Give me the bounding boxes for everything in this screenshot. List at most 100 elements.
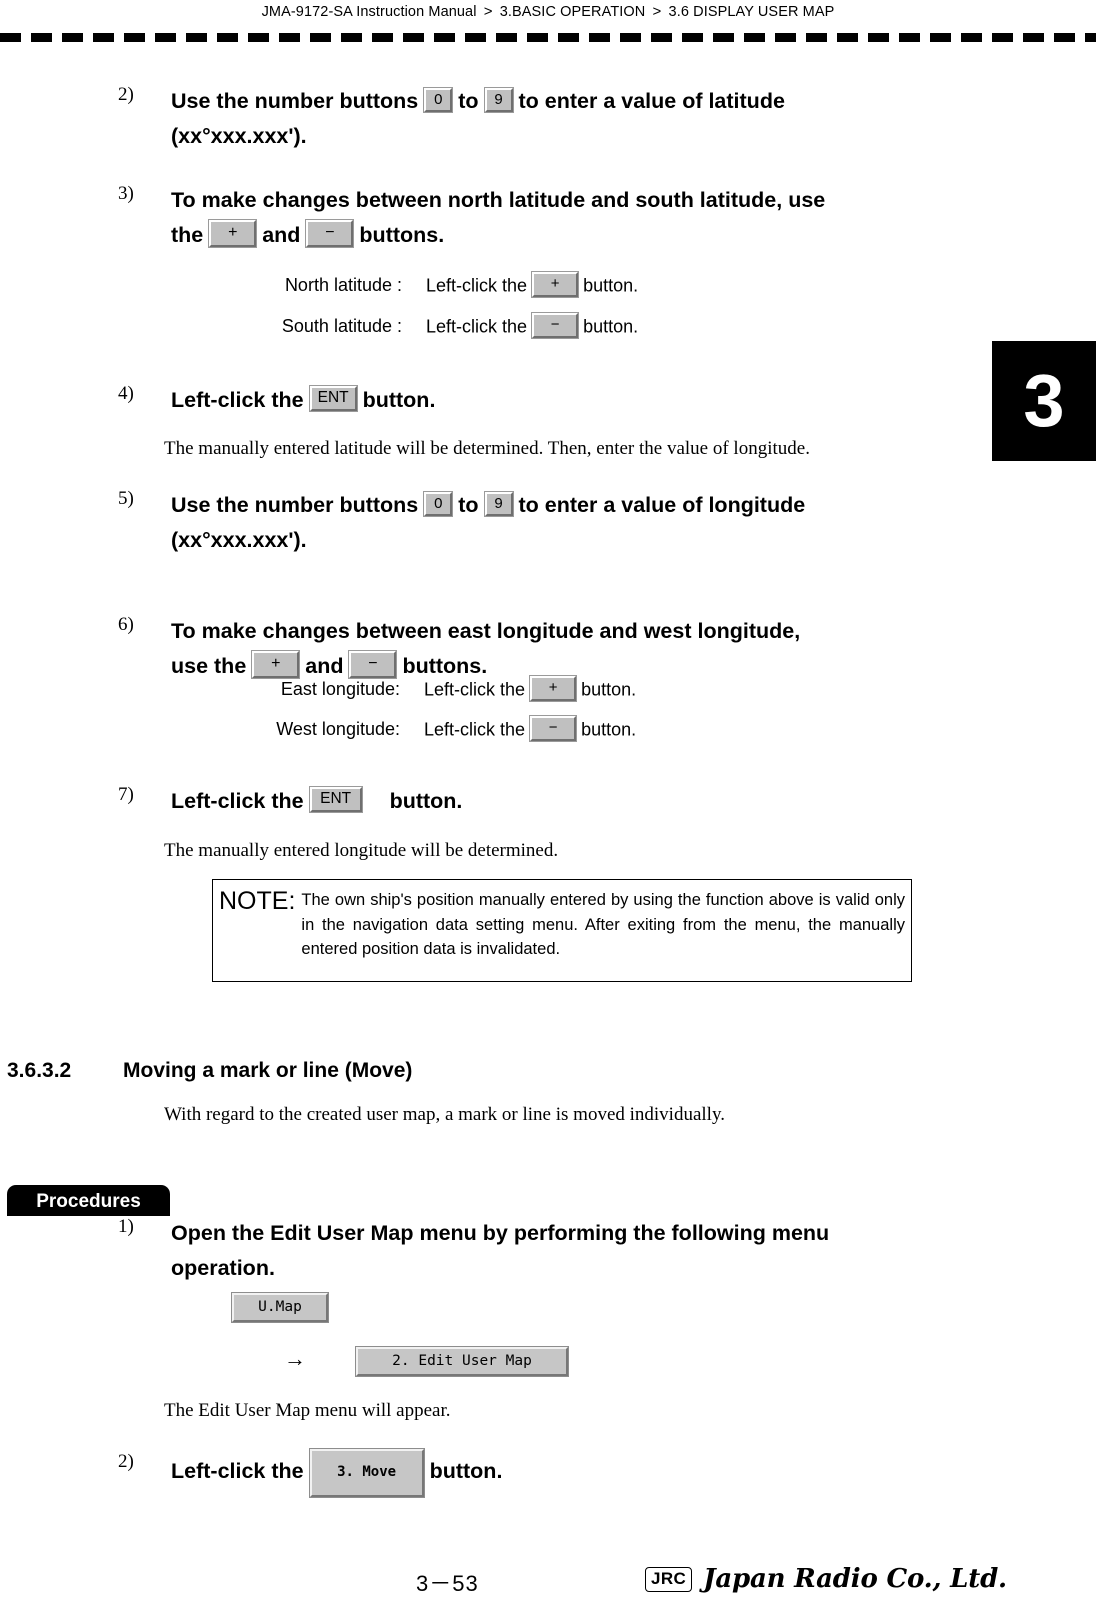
section-title: Moving a mark or line (Move) [123, 1059, 413, 1082]
west-longitude-tail: button. [581, 719, 637, 740]
key-minus-button[interactable]: − [305, 218, 355, 248]
key-0-button[interactable]: 0 [423, 87, 454, 114]
key-plus-button[interactable]: + [208, 218, 258, 248]
breadcrumb-separator-1: > [483, 3, 493, 20]
north-latitude-tail: button. [583, 275, 639, 296]
step-7-body: Left-click the ENT button. [171, 784, 818, 819]
key-plus-button-longitude[interactable]: + [251, 649, 301, 679]
step-5: 5) Use the number buttons 0 to 9 to ente… [118, 488, 948, 558]
procedure-step-2-body: Left-click the 3. Move button. [171, 1448, 818, 1499]
step-5-text-b: to [458, 493, 479, 517]
step-4-paragraph: The manually entered latitude will be de… [164, 438, 810, 459]
procedure-step-1-body: Open the Edit User Map menu by performin… [171, 1216, 948, 1286]
jrc-mark-icon: JRC [645, 1566, 693, 1592]
south-latitude-label: South latitude : [281, 316, 402, 337]
step-6-text-d: buttons. [402, 654, 488, 678]
procedure-step-2-number: 2) [118, 1451, 134, 1472]
procedure-step-1-paragraph: The Edit User Map menu will appear. [164, 1400, 451, 1421]
procedure-step-1-text-b: operation. [171, 1256, 275, 1280]
step-4: 4) Left-click the ENT button. [118, 383, 818, 418]
west-longitude-line: West longitude: Left-click the − button. [250, 715, 637, 743]
west-longitude-text: Left-click the [424, 719, 526, 740]
key-ent-button-longitude[interactable]: ENT [308, 785, 363, 813]
step-2-text-c: to enter a value of latitude [518, 89, 785, 113]
page-header: JMA-9172-SA Instruction Manual > 3.BASIC… [0, 0, 1096, 24]
chapter-tab: 3 [992, 341, 1096, 461]
section-heading: 3.6.3.2 Moving a mark or line (Move) [7, 1059, 412, 1083]
step-5-text-c: to enter a value of longitude [518, 493, 806, 517]
north-latitude-line: North latitude : Left-click the + button… [252, 271, 639, 299]
procedure-step-1-number: 1) [118, 1216, 134, 1237]
edit-user-map-button[interactable]: 2. Edit User Map [355, 1346, 569, 1377]
jrc-logo: JRC Japan Radio Co., Ltd. [645, 1564, 1007, 1594]
procedure-step-1-text-a: Open the Edit User Map menu by performin… [171, 1221, 830, 1245]
step-5-text-a: Use the number buttons [171, 493, 419, 517]
step-3: 3) To make changes between north latitud… [118, 183, 948, 253]
breadcrumb-separator-2: > [652, 3, 662, 20]
key-minus-button-west[interactable]: − [529, 715, 578, 742]
south-latitude-tail: button. [583, 316, 639, 337]
key-9-button-longitude[interactable]: 9 [483, 491, 514, 518]
page-footer: 3－53 JRC Japan Radio Co., Ltd. [0, 1560, 1096, 1606]
procedure-step-2-text-b: button. [429, 1459, 503, 1483]
step-2-body: Use the number buttons 0 to 9 to enter a… [171, 84, 918, 154]
step-3-text-c: and [262, 223, 301, 247]
step-6-text-b: use the [171, 654, 247, 678]
step-5-number: 5) [118, 488, 134, 509]
note-box: NOTE: The own ship's position manually e… [212, 879, 912, 982]
step-6-body: To make changes between east longitude a… [171, 614, 948, 684]
step-3-body: To make changes between north latitude a… [171, 183, 948, 253]
section-number: 3.6.3.2 [7, 1059, 72, 1082]
east-longitude-line: East longitude: Left-click the + button. [250, 675, 636, 703]
key-plus-button-east[interactable]: + [529, 675, 578, 702]
step-2-text-d: (xx°xxx.xxx'). [171, 124, 307, 148]
south-latitude-line: South latitude : Left-click the − button… [252, 312, 639, 340]
step-2-text-a: Use the number buttons [171, 89, 419, 113]
step-5-text-d: (xx°xxx.xxx'). [171, 528, 307, 552]
step-6-number: 6) [118, 614, 134, 635]
south-latitude-text: Left-click the [426, 316, 528, 337]
key-minus-button-south[interactable]: − [531, 312, 580, 339]
step-6-text-a: To make changes between east longitude a… [171, 619, 801, 643]
step-3-number: 3) [118, 183, 134, 204]
key-9-button[interactable]: 9 [483, 87, 514, 114]
procedure-step-2: 2) Left-click the 3. Move button. [118, 1448, 818, 1499]
step-3-text-d: buttons. [359, 223, 445, 247]
north-latitude-text: Left-click the [426, 275, 528, 296]
procedures-tag: Procedures [7, 1185, 170, 1216]
step-6-text-c: and [305, 654, 344, 678]
step-4-number: 4) [118, 383, 134, 404]
step-7-number: 7) [118, 784, 134, 805]
page-number: 3－53 [416, 1571, 479, 1596]
move-button[interactable]: 3. Move [308, 1448, 425, 1498]
procedure-step-1: 1) Open the Edit User Map menu by perfor… [118, 1216, 948, 1286]
key-plus-button-north[interactable]: + [531, 271, 580, 298]
key-minus-button-longitude[interactable]: − [348, 649, 398, 679]
step-5-body: Use the number buttons 0 to 9 to enter a… [171, 488, 948, 558]
breadcrumb-manual: JMA-9172-SA Instruction Manual [261, 4, 477, 20]
step-2-text-b: to [458, 89, 479, 113]
breadcrumb-chapter: 3.BASIC OPERATION [499, 4, 646, 20]
north-latitude-label: North latitude : [284, 275, 402, 296]
note-text: The own ship's position manually entered… [301, 891, 905, 958]
step-7-paragraph: The manually entered longitude will be d… [164, 840, 559, 861]
step-4-text-a: Left-click the [171, 388, 304, 412]
breadcrumb-section: 3.6 DISPLAY USER MAP [668, 4, 835, 20]
header-dashed-rule [0, 33, 1096, 42]
step-4-body: Left-click the ENT button. [171, 383, 818, 418]
east-longitude-text: Left-click the [424, 679, 526, 700]
edit-user-map-key-row: 2. Edit User Map [355, 1346, 569, 1377]
step-3-text-a: To make changes between north latitude a… [171, 188, 826, 212]
west-longitude-label: West longitude: [276, 719, 400, 740]
step-7: 7) Left-click the ENT button. [118, 784, 818, 819]
step-4-text-b: button. [362, 388, 436, 412]
umap-key-row: U.Map [231, 1292, 329, 1323]
step-7-text-b: button. [389, 789, 463, 813]
procedure-step-2-text-a: Left-click the [171, 1459, 304, 1483]
step-3-text-b: the [171, 223, 204, 247]
key-ent-button[interactable]: ENT [308, 384, 358, 412]
key-0-button-longitude[interactable]: 0 [423, 491, 454, 518]
step-2: 2) Use the number buttons 0 to 9 to ente… [118, 84, 918, 154]
step-7-text-a: Left-click the [171, 789, 304, 813]
u-map-button[interactable]: U.Map [231, 1292, 329, 1323]
